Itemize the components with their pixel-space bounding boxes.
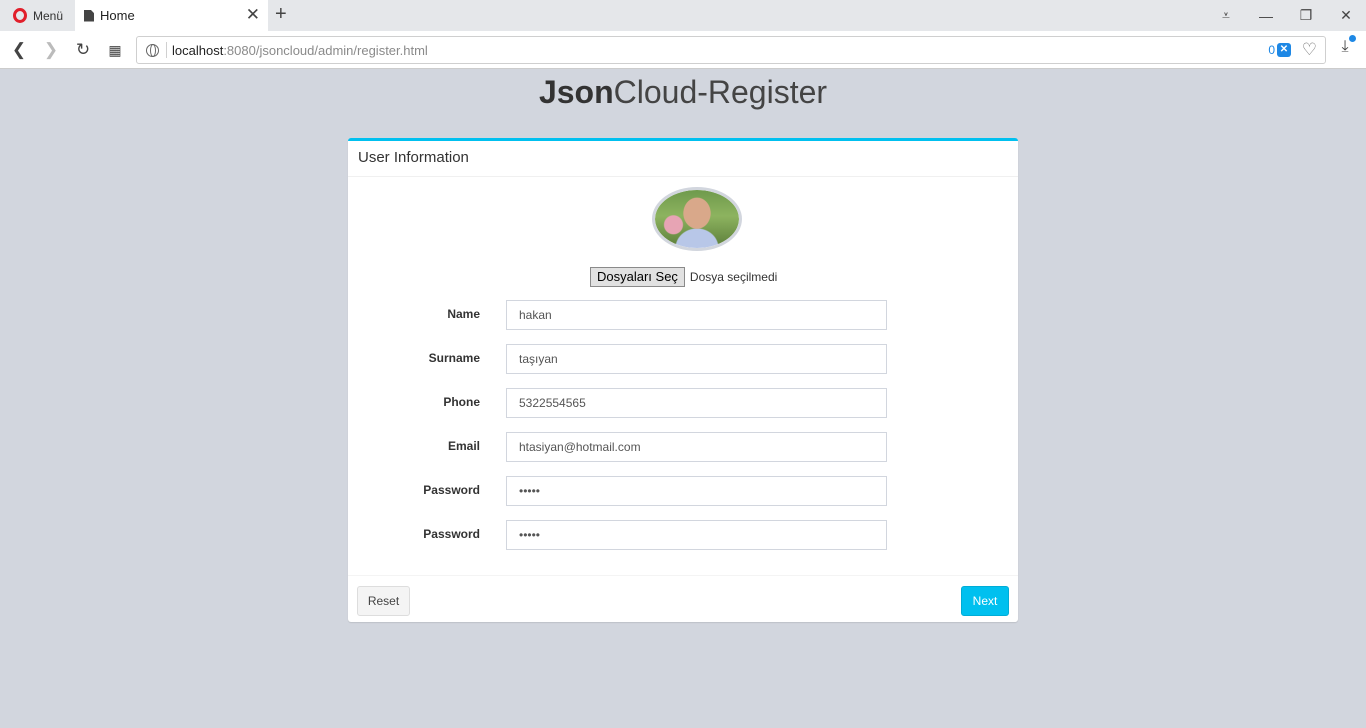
forward-arrow-icon: ❯ xyxy=(43,40,59,59)
url-divider xyxy=(166,42,167,58)
reset-button[interactable]: Reset xyxy=(357,586,410,616)
address-toolbar: ❮ ❯ ↻ ▦ localhost:8080/jsoncloud/admin/r… xyxy=(0,31,1366,69)
download-icon[interactable]: ⤓ xyxy=(1334,35,1356,60)
adblock-shield-icon: ✕ xyxy=(1277,43,1291,57)
forward-button[interactable]: ❯ xyxy=(38,37,64,63)
profile-photo xyxy=(655,190,739,248)
url-host: localhost xyxy=(172,43,224,58)
phone-row: Phone xyxy=(348,388,1018,418)
password-confirm-label: Password xyxy=(423,527,480,541)
email-row: Email xyxy=(348,432,1018,462)
title-light: Cloud-Register xyxy=(613,74,828,110)
back-arrow-icon: ❮ xyxy=(11,40,27,59)
opera-menu-button[interactable]: Menü xyxy=(0,0,74,31)
password-confirm-row: Password xyxy=(348,520,1018,550)
user-information-box: User Information Dosyaları Seç Dosya seç… xyxy=(348,138,1018,622)
phone-label: Phone xyxy=(443,395,480,409)
page-title: JsonCloud-Register xyxy=(0,74,1366,111)
email-label: Email xyxy=(447,439,480,453)
tab-bar: Menü Home ✕ + ⩡ — ❐ ✕ xyxy=(0,0,1366,31)
menu-label: Menü xyxy=(33,8,64,23)
globe-icon xyxy=(146,44,159,57)
adblock-count: 0 xyxy=(1268,43,1275,57)
tab-close-icon[interactable]: ✕ xyxy=(246,6,260,23)
back-button[interactable]: ❮ xyxy=(6,37,32,63)
tab-home[interactable]: Home ✕ xyxy=(75,0,268,31)
tab-title: Home xyxy=(100,8,135,23)
window-close-button[interactable]: ✕ xyxy=(1326,0,1366,31)
url-field[interactable]: localhost:8080/jsoncloud/admin/register.… xyxy=(136,36,1326,64)
name-field[interactable] xyxy=(506,300,887,330)
url-text[interactable]: localhost:8080/jsoncloud/admin/register.… xyxy=(172,43,428,58)
next-button[interactable]: Next xyxy=(961,586,1009,616)
choose-file-button[interactable]: Dosyaları Seç xyxy=(590,267,685,287)
reload-icon: ↻ xyxy=(75,40,91,59)
adblock-indicator[interactable]: 0 ✕ xyxy=(1268,43,1291,57)
grid-icon: ▦ xyxy=(108,41,122,58)
phone-field[interactable] xyxy=(506,388,887,418)
box-footer: Reset Next xyxy=(348,575,1018,625)
speed-dial-button[interactable]: ▦ xyxy=(102,37,128,63)
opera-logo-icon xyxy=(13,8,27,23)
email-field[interactable] xyxy=(506,432,887,462)
bookmark-heart-icon[interactable]: ♡ xyxy=(1302,40,1317,60)
surname-label: Surname xyxy=(428,351,480,365)
easy-setup-icon[interactable]: ⩡ xyxy=(1206,0,1246,31)
reload-button[interactable]: ↻ xyxy=(70,37,96,63)
title-bold: Json xyxy=(538,74,614,110)
restore-button[interactable]: ❐ xyxy=(1286,0,1326,31)
box-header: User Information xyxy=(348,141,1018,177)
surname-field[interactable] xyxy=(506,344,887,374)
url-path: :8080/jsoncloud/admin/register.html xyxy=(223,43,428,58)
avatar xyxy=(652,187,742,251)
file-status: Dosya seçilmedi xyxy=(689,270,778,284)
surname-row: Surname xyxy=(348,344,1018,374)
file-upload: Dosyaları Seç Dosya seçilmedi xyxy=(590,267,777,287)
password-label: Password xyxy=(423,483,480,497)
password-field[interactable] xyxy=(506,476,887,506)
minimize-button[interactable]: — xyxy=(1246,0,1286,31)
document-icon xyxy=(84,9,94,22)
new-tab-button[interactable]: + xyxy=(275,4,287,24)
name-row: Name xyxy=(348,300,1018,330)
name-label: Name xyxy=(447,307,480,321)
password-row: Password xyxy=(348,476,1018,506)
download-badge xyxy=(1349,35,1356,42)
password-confirm-field[interactable] xyxy=(506,520,887,550)
